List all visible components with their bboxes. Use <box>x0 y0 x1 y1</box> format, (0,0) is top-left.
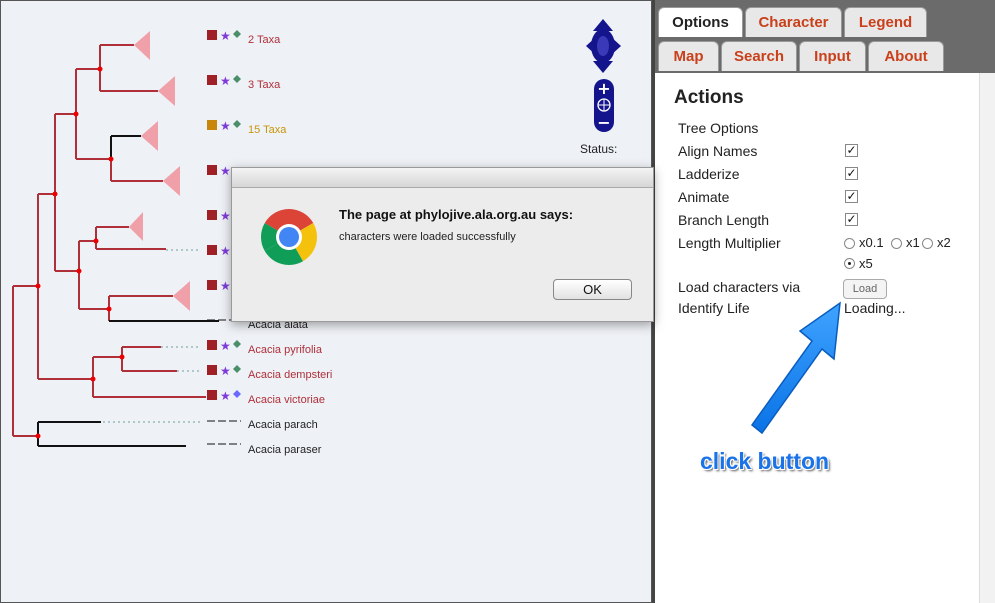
tree-options-label: Tree Options <box>678 120 759 136</box>
svg-text:+: + <box>597 79 610 98</box>
taxon-label[interactable]: Acacia pyrifolia <box>248 344 322 356</box>
svg-text:★: ★ <box>220 119 231 133</box>
section-title: Actions <box>674 87 744 108</box>
taxon-label[interactable]: Acacia dempsteri <box>248 369 332 381</box>
annotation-arrow-icon <box>750 301 841 435</box>
align-names-checkbox[interactable]: ✓ <box>845 144 858 157</box>
multiplier-radio-x2[interactable] <box>922 238 933 249</box>
scrollbar[interactable] <box>979 73 995 603</box>
alert-dialog: The page at phylojive.ala.org.au says: c… <box>231 167 654 322</box>
tab-map[interactable]: Map <box>658 41 719 71</box>
svg-text:★: ★ <box>220 244 231 258</box>
tab-bar: Options Character Legend Map Search Inpu… <box>655 0 995 73</box>
align-names-label: Align Names <box>678 143 758 159</box>
tab-about[interactable]: About <box>868 41 944 71</box>
multiplier-option-label: x1 <box>906 235 920 250</box>
svg-text:★: ★ <box>220 364 231 378</box>
tab-options[interactable]: Options <box>658 7 743 37</box>
dialog-title: The page at phylojive.ala.org.au says: <box>339 207 574 222</box>
ok-button[interactable]: OK <box>553 279 632 300</box>
svg-text:★: ★ <box>220 279 231 293</box>
taxon-label[interactable]: 3 Taxa <box>248 79 280 91</box>
pan-control[interactable] <box>584 17 624 75</box>
load-characters-label: Load characters via <box>678 279 801 295</box>
multiplier-radio-x5[interactable] <box>844 258 855 269</box>
taxon-label[interactable]: 15 Taxa <box>248 124 286 136</box>
multiplier-option-label: x0.1 <box>859 235 884 250</box>
taxon-label[interactable]: Acacia victoriae <box>248 394 325 406</box>
svg-text:★: ★ <box>220 29 231 43</box>
ladderize-label: Ladderize <box>678 166 740 182</box>
branch-length-checkbox[interactable]: ✓ <box>845 213 858 226</box>
animate-label: Animate <box>678 189 730 205</box>
multiplier-option-label: x5 <box>859 256 873 271</box>
tab-input[interactable]: Input <box>799 41 866 71</box>
taxon-label[interactable]: Acacia parach <box>248 419 318 431</box>
tab-character[interactable]: Character <box>745 7 842 37</box>
taxon-label[interactable]: 2 Taxa <box>248 34 280 46</box>
multiplier-radio-x0.1[interactable] <box>844 238 855 249</box>
length-multiplier-label: Length Multiplier <box>678 235 781 251</box>
svg-text:★: ★ <box>220 389 231 403</box>
dialog-message: characters were loaded successfully <box>339 231 516 243</box>
branch-length-label: Branch Length <box>678 212 770 228</box>
svg-text:★: ★ <box>220 74 231 88</box>
animate-checkbox[interactable]: ✓ <box>845 190 858 203</box>
annotation-text: click button <box>700 448 830 474</box>
taxon-label[interactable]: Acacia paraser <box>248 444 321 456</box>
multiplier-radio-x1[interactable] <box>891 238 902 249</box>
identify-life-label: Identify Life <box>678 300 750 316</box>
svg-text:★: ★ <box>220 164 231 178</box>
zoom-control[interactable]: + − <box>593 78 615 133</box>
multiplier-option-label: x2 <box>937 235 951 250</box>
tab-search[interactable]: Search <box>721 41 797 71</box>
tab-legend[interactable]: Legend <box>844 7 927 37</box>
svg-text:★: ★ <box>220 209 231 223</box>
dialog-titlebar[interactable] <box>232 168 653 188</box>
identify-status: Loading... <box>844 300 906 316</box>
ladderize-checkbox[interactable]: ✓ <box>845 167 858 180</box>
chrome-icon <box>260 209 318 266</box>
status-label: Status: <box>580 142 618 156</box>
svg-text:−: − <box>597 113 610 132</box>
svg-text:★: ★ <box>220 339 231 353</box>
